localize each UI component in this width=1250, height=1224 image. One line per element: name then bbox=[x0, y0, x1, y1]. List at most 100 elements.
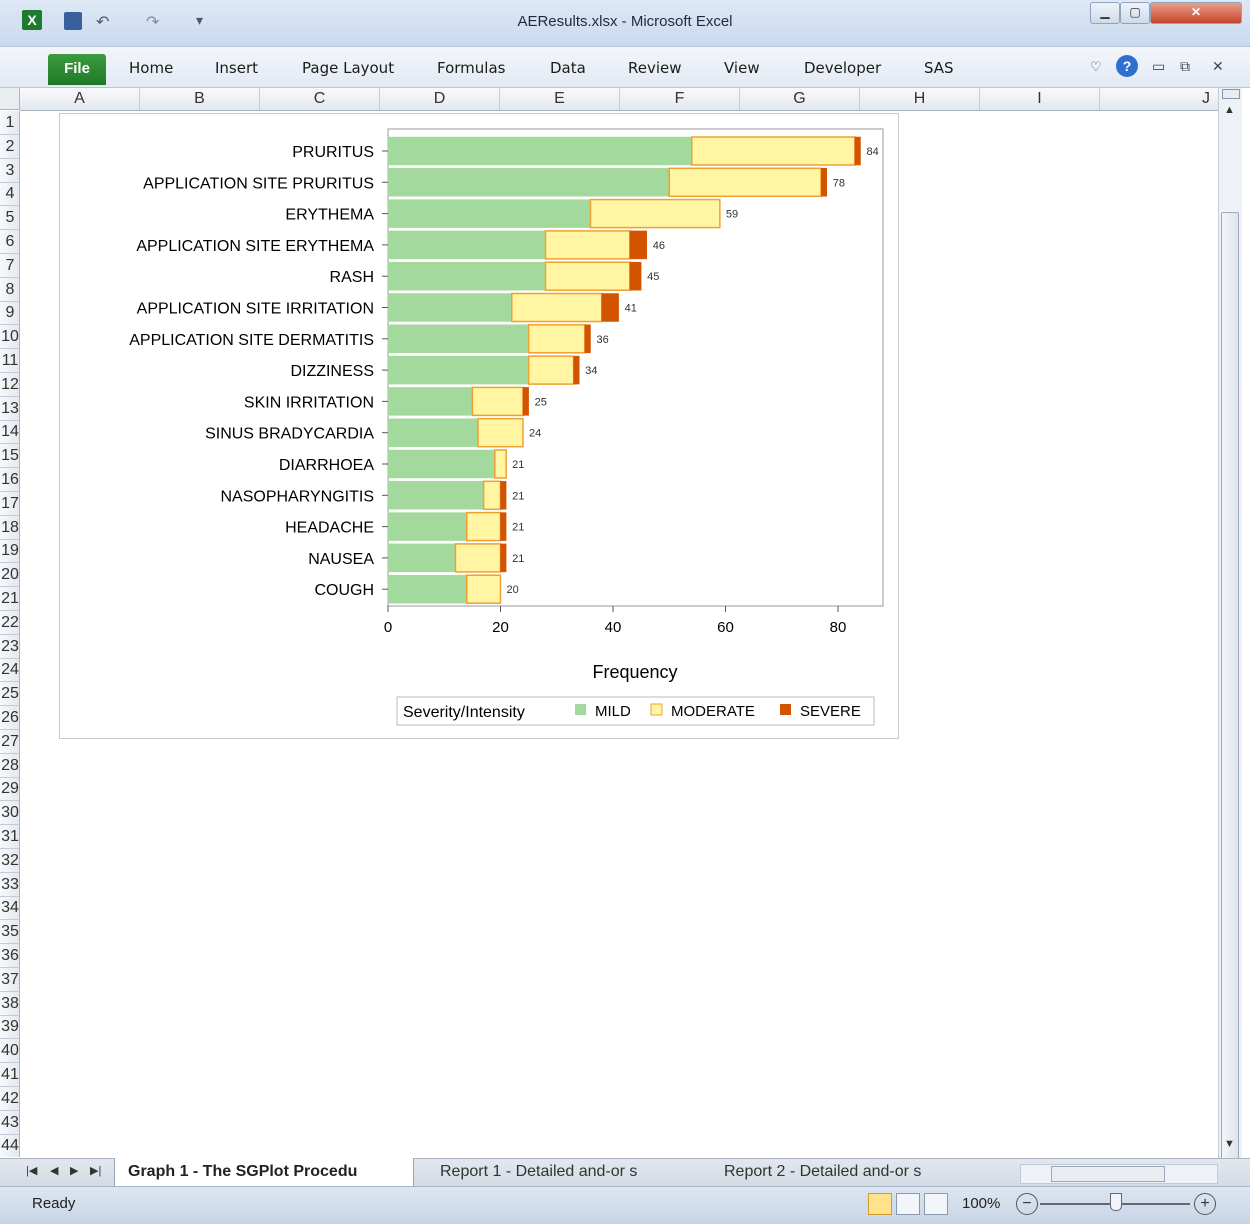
row-header[interactable]: 30 bbox=[0, 801, 19, 826]
row-header[interactable]: 44 bbox=[0, 1134, 19, 1157]
row-header[interactable]: 29 bbox=[0, 777, 19, 802]
page-break-view-icon[interactable] bbox=[924, 1193, 948, 1215]
column-header[interactable]: G bbox=[740, 88, 860, 110]
row-header[interactable]: 20 bbox=[0, 563, 19, 588]
row-header[interactable]: 3 bbox=[0, 159, 19, 183]
row-header[interactable]: 23 bbox=[0, 635, 19, 659]
sheet-tab-report-2[interactable]: Report 2 - Detailed and-or s bbox=[724, 1163, 921, 1181]
tab-sas[interactable]: SAS bbox=[924, 59, 954, 77]
row-header[interactable]: 27 bbox=[0, 730, 19, 754]
horizontal-scrollbar[interactable] bbox=[1020, 1164, 1218, 1184]
row-header[interactable]: 19 bbox=[0, 539, 19, 564]
workbook-restore-icon[interactable]: ⧉ bbox=[1180, 58, 1190, 75]
data-label: 34 bbox=[585, 365, 597, 377]
help-icon[interactable]: ? bbox=[1116, 55, 1138, 77]
tab-home[interactable]: Home bbox=[129, 59, 173, 77]
tab-developer[interactable]: Developer bbox=[804, 59, 881, 77]
horizontal-scroll-thumb[interactable] bbox=[1051, 1166, 1165, 1182]
row-header[interactable]: 13 bbox=[0, 397, 19, 421]
row-header[interactable]: 14 bbox=[0, 420, 19, 445]
row-header[interactable]: 24 bbox=[0, 658, 19, 683]
bar-segment-severe bbox=[500, 512, 507, 541]
tab-data[interactable]: Data bbox=[550, 59, 586, 77]
file-tab[interactable]: File bbox=[48, 54, 106, 85]
row-header[interactable]: 40 bbox=[0, 1039, 19, 1064]
column-header[interactable]: E bbox=[500, 88, 620, 110]
column-header[interactable]: H bbox=[860, 88, 980, 110]
bar-segment-mild bbox=[387, 418, 479, 447]
tab-page-layout[interactable]: Page Layout bbox=[302, 59, 394, 77]
row-header[interactable]: 9 bbox=[0, 301, 19, 326]
column-header[interactable]: A bbox=[20, 88, 140, 110]
row-header[interactable]: 1 bbox=[0, 111, 19, 135]
row-header[interactable]: 15 bbox=[0, 444, 19, 469]
workbook-minimize-icon[interactable]: ▭ bbox=[1152, 58, 1165, 75]
prev-sheet-icon[interactable]: ◀ bbox=[50, 1164, 58, 1177]
row-header[interactable]: 33 bbox=[0, 873, 19, 897]
row-header[interactable]: 12 bbox=[0, 373, 19, 397]
row-header[interactable]: 16 bbox=[0, 468, 19, 492]
row-header[interactable]: 32 bbox=[0, 849, 19, 873]
workbook-close-icon[interactable]: ✕ bbox=[1212, 58, 1224, 75]
tab-review[interactable]: Review bbox=[628, 59, 682, 77]
first-sheet-icon[interactable]: |◀ bbox=[26, 1164, 37, 1177]
scroll-up-icon[interactable]: ▲ bbox=[1224, 104, 1235, 116]
close-button[interactable]: ✕ bbox=[1150, 2, 1242, 24]
column-header[interactable]: B bbox=[140, 88, 260, 110]
row-header[interactable]: 11 bbox=[0, 349, 19, 373]
vertical-scrollbar[interactable]: ▲ ▼ bbox=[1218, 88, 1242, 1197]
row-header[interactable]: 42 bbox=[0, 1087, 19, 1111]
row-header[interactable]: 43 bbox=[0, 1111, 19, 1135]
maximize-button[interactable]: ▢ bbox=[1120, 2, 1150, 24]
row-header[interactable]: 39 bbox=[0, 1015, 19, 1040]
minimize-button[interactable]: ▁ bbox=[1090, 2, 1120, 24]
row-header[interactable]: 35 bbox=[0, 920, 19, 945]
row-header[interactable]: 37 bbox=[0, 968, 19, 992]
row-header[interactable]: 8 bbox=[0, 278, 19, 302]
column-header[interactable]: J bbox=[1100, 88, 1218, 110]
row-header[interactable]: 22 bbox=[0, 611, 19, 635]
row-header[interactable]: 4 bbox=[0, 182, 19, 207]
row-header[interactable]: 17 bbox=[0, 492, 19, 516]
row-header[interactable]: 38 bbox=[0, 992, 19, 1016]
row-header[interactable]: 2 bbox=[0, 135, 19, 159]
zoom-slider-thumb[interactable] bbox=[1110, 1193, 1122, 1211]
row-header[interactable]: 34 bbox=[0, 896, 19, 921]
bar-segment-severe bbox=[820, 168, 827, 197]
x-tick-label: 80 bbox=[830, 619, 847, 636]
next-sheet-icon[interactable]: ▶ bbox=[70, 1164, 78, 1177]
vertical-scroll-thumb[interactable] bbox=[1221, 212, 1239, 1197]
page-layout-view-icon[interactable] bbox=[896, 1193, 920, 1215]
zoom-in-icon[interactable]: + bbox=[1194, 1193, 1216, 1215]
row-header[interactable]: 26 bbox=[0, 706, 19, 730]
last-sheet-icon[interactable]: ▶| bbox=[90, 1164, 101, 1177]
column-header[interactable]: D bbox=[380, 88, 500, 110]
row-header[interactable]: 7 bbox=[0, 254, 19, 278]
select-all-corner[interactable] bbox=[0, 88, 20, 110]
row-header[interactable]: 41 bbox=[0, 1063, 19, 1087]
normal-view-icon[interactable] bbox=[868, 1193, 892, 1215]
column-header[interactable]: I bbox=[980, 88, 1100, 110]
sheet-tab-report-1[interactable]: Report 1 - Detailed and-or s bbox=[440, 1163, 637, 1181]
tab-formulas[interactable]: Formulas bbox=[437, 59, 505, 77]
tab-view[interactable]: View bbox=[724, 59, 760, 77]
split-box-icon[interactable] bbox=[1222, 89, 1240, 99]
scroll-down-icon[interactable]: ▼ bbox=[1224, 1138, 1235, 1150]
row-header[interactable]: 6 bbox=[0, 230, 19, 254]
column-header[interactable]: F bbox=[620, 88, 740, 110]
row-header[interactable]: 21 bbox=[0, 587, 19, 611]
bar-segment-mild bbox=[387, 574, 467, 604]
row-header[interactable]: 5 bbox=[0, 206, 19, 231]
zoom-out-icon[interactable]: − bbox=[1016, 1193, 1038, 1215]
row-header[interactable]: 36 bbox=[0, 944, 19, 968]
chart-object[interactable]: PRURITUS 84 APPLICATION SITE PRURITUS 78 ERY… bbox=[59, 113, 899, 739]
row-header[interactable]: 31 bbox=[0, 825, 19, 849]
tab-insert[interactable]: Insert bbox=[215, 59, 258, 77]
ribbon-minimize-icon[interactable]: ♡ bbox=[1090, 59, 1102, 75]
row-header[interactable]: 25 bbox=[0, 682, 19, 707]
zoom-level[interactable]: 100% bbox=[962, 1195, 1000, 1212]
row-header[interactable]: 18 bbox=[0, 516, 19, 540]
column-header[interactable]: C bbox=[260, 88, 380, 110]
row-header[interactable]: 10 bbox=[0, 325, 19, 350]
row-header[interactable]: 28 bbox=[0, 754, 19, 778]
